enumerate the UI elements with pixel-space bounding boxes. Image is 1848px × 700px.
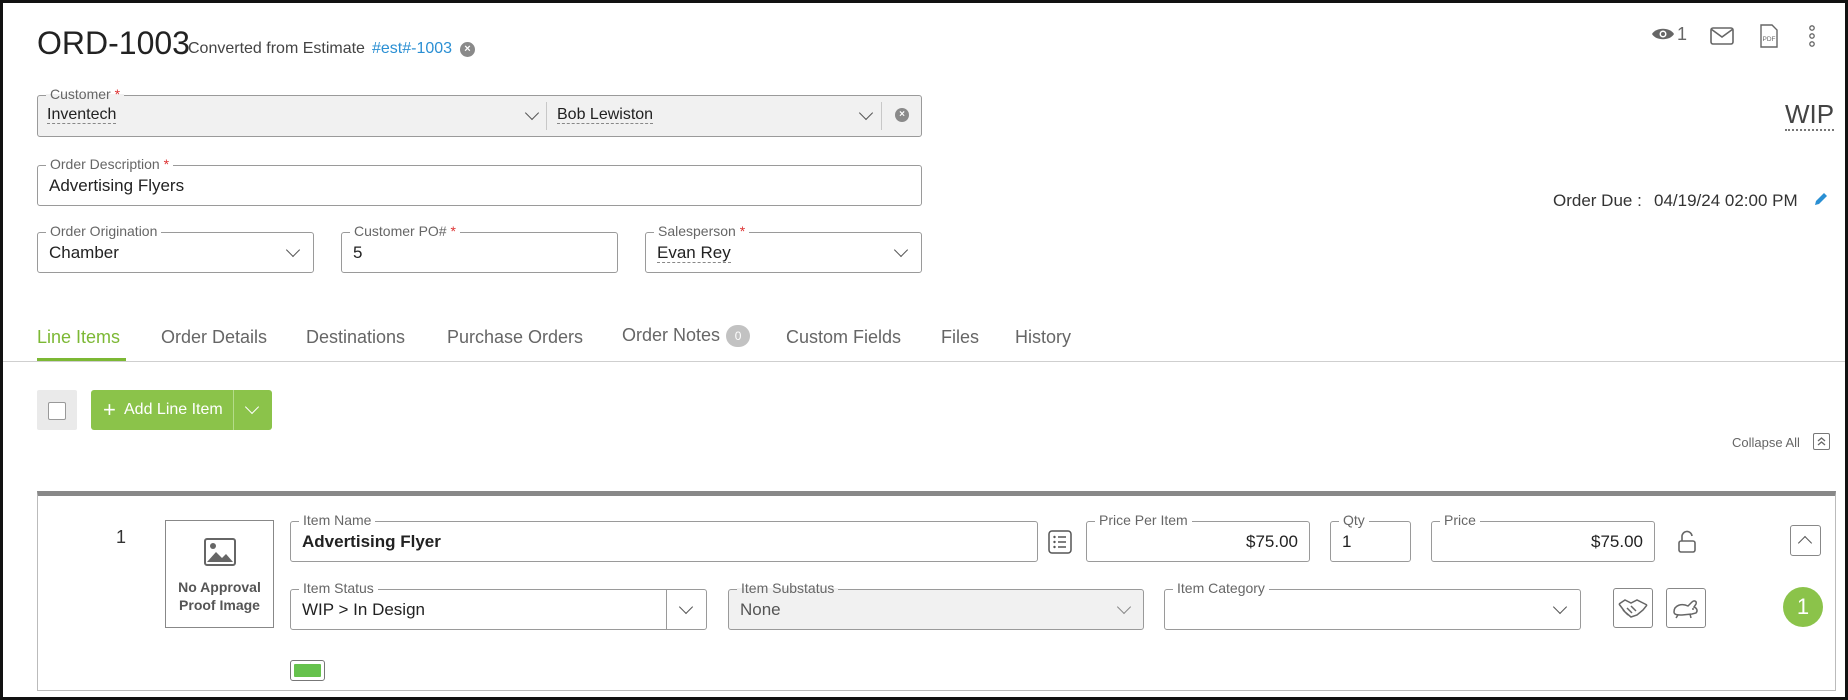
edit-due-date-icon[interactable] [1813,191,1829,212]
tabs-divider [3,361,1845,362]
chevron-down-icon [244,399,260,415]
approval-proof-image[interactable]: No Approval Proof Image [165,520,274,628]
views-indicator[interactable]: 1 [1651,24,1687,47]
qty-field[interactable]: Qty 1 [1330,511,1411,562]
customer-field: Customer * Inventech Bob Lewiston × [37,85,922,137]
chevron-down-icon [893,242,909,258]
order-page: ORD-1003 Converted from Estimate #est#-1… [0,0,1848,700]
select-all-checkbox[interactable] [37,390,77,430]
item-color-swatch[interactable] [290,660,325,681]
pdf-icon[interactable]: PDF [1760,24,1778,53]
salesperson-value: Evan Rey [657,243,731,263]
remove-estimate-link-icon[interactable]: × [460,42,475,57]
item-status-value: WIP > In Design [302,600,425,619]
handshake-icon [1618,599,1648,618]
svg-text:PDF: PDF [1763,36,1776,43]
tab-destinations[interactable]: Destinations [306,327,405,348]
email-icon[interactable] [1710,27,1734,50]
salesperson-select[interactable]: Salesperson * Evan Rey [645,222,922,273]
line-item-number: 1 [116,527,127,547]
chevron-down-icon [1552,599,1568,615]
origination-value: Chamber [49,243,119,262]
item-substatus-value: None [740,600,781,619]
chevron-up-icon [1797,535,1813,551]
order-number: ORD-1003 [37,25,190,61]
active-tab-indicator [37,358,126,361]
item-category-label: Item Category [1173,579,1269,597]
price-label: Price [1440,511,1480,529]
tab-order-notes-label: Order Notes [622,325,721,345]
image-placeholder-line1: No Approval [178,579,261,595]
image-placeholder-line2: Proof Image [179,597,260,613]
estimate-link[interactable]: #est#-1003 [372,40,452,58]
add-line-item-button[interactable]: + Add Line Item [91,390,233,430]
customer-select[interactable]: Inventech [38,96,546,136]
item-name-label: Item Name [299,511,376,529]
price-per-item-value: $75.00 [1246,532,1298,551]
collapse-item-button[interactable] [1790,525,1821,556]
tab-order-notes[interactable]: Order Notes 0 [622,325,751,348]
collapse-all-link[interactable]: Collapse All [1732,435,1800,450]
contact-select[interactable]: Bob Lewiston [547,96,881,136]
tab-order-details[interactable]: Order Details [161,327,267,348]
po-label: Customer PO# [354,223,447,239]
tab-history[interactable]: History [1015,327,1071,348]
collapse-all-icon[interactable] [1813,433,1830,450]
item-substatus-label: Item Substatus [737,579,839,597]
handshake-button[interactable] [1613,588,1653,628]
item-substatus-select[interactable]: Item Substatus None [728,579,1144,630]
chevron-down-icon [524,105,540,121]
add-line-item-dropdown[interactable] [233,390,272,430]
order-origination-select[interactable]: Order Origination Chamber [37,222,314,273]
chevron-down-icon [858,105,874,121]
order-due-label: Order Due : [1553,191,1642,210]
qty-label: Qty [1339,511,1369,529]
tab-custom-fields[interactable]: Custom Fields [786,327,901,348]
plus-icon: + [103,397,116,422]
order-due-value: 04/19/24 02:00 PM [1654,191,1798,210]
order-description-field[interactable]: Order Description * Advertising Flyers [37,155,922,206]
order-status[interactable]: WIP [1785,99,1835,131]
item-name-field[interactable]: Item Name Advertising Flyer [290,511,1038,562]
contact-value: Bob Lewiston [557,106,654,124]
qty-value: 1 [1342,532,1352,551]
price-per-item-field[interactable]: Price Per Item $75.00 [1086,511,1310,562]
rush-button[interactable] [1666,588,1706,628]
add-line-item-label: Add Line Item [124,401,223,418]
eye-icon [1652,28,1674,40]
chevron-down-icon [1116,599,1132,615]
item-category-select[interactable]: Item Category [1164,579,1581,630]
image-icon [204,538,236,566]
salesperson-label: Salesperson [658,223,736,239]
origination-label: Order Origination [46,222,162,240]
tab-line-items[interactable]: Line Items [37,327,120,348]
views-count: 1 [1677,24,1688,44]
more-options-icon[interactable] [1809,25,1815,52]
customer-value: Inventech [47,106,117,124]
price-value: $75.00 [1591,532,1643,551]
item-status-label: Item Status [299,579,378,597]
notification-count-badge[interactable]: 1 [1783,587,1823,627]
item-name-value: Advertising Flyer [302,532,441,551]
chevron-down-icon [285,242,301,258]
item-details-list-icon[interactable] [1048,530,1072,559]
customer-po-field[interactable]: Customer PO# * 5 [341,222,618,273]
price-field[interactable]: Price $75.00 [1431,511,1655,562]
po-value: 5 [353,243,363,262]
description-value: Advertising Flyers [49,176,185,195]
unlock-icon[interactable] [1676,530,1698,559]
price-per-item-label: Price Per Item [1095,511,1192,529]
description-label: Order Description [50,156,160,172]
item-status-select[interactable]: Item Status WIP > In Design [290,579,707,630]
tab-purchase-orders[interactable]: Purchase Orders [447,327,583,348]
clear-customer-icon[interactable]: × [895,108,909,122]
tab-files[interactable]: Files [941,327,979,348]
order-status-label: WIP [1785,99,1835,131]
converted-from-text: Converted from Estimate [188,40,365,57]
rabbit-icon [1673,600,1698,619]
notes-count-badge: 0 [726,325,751,348]
chevron-down-icon [678,599,694,615]
